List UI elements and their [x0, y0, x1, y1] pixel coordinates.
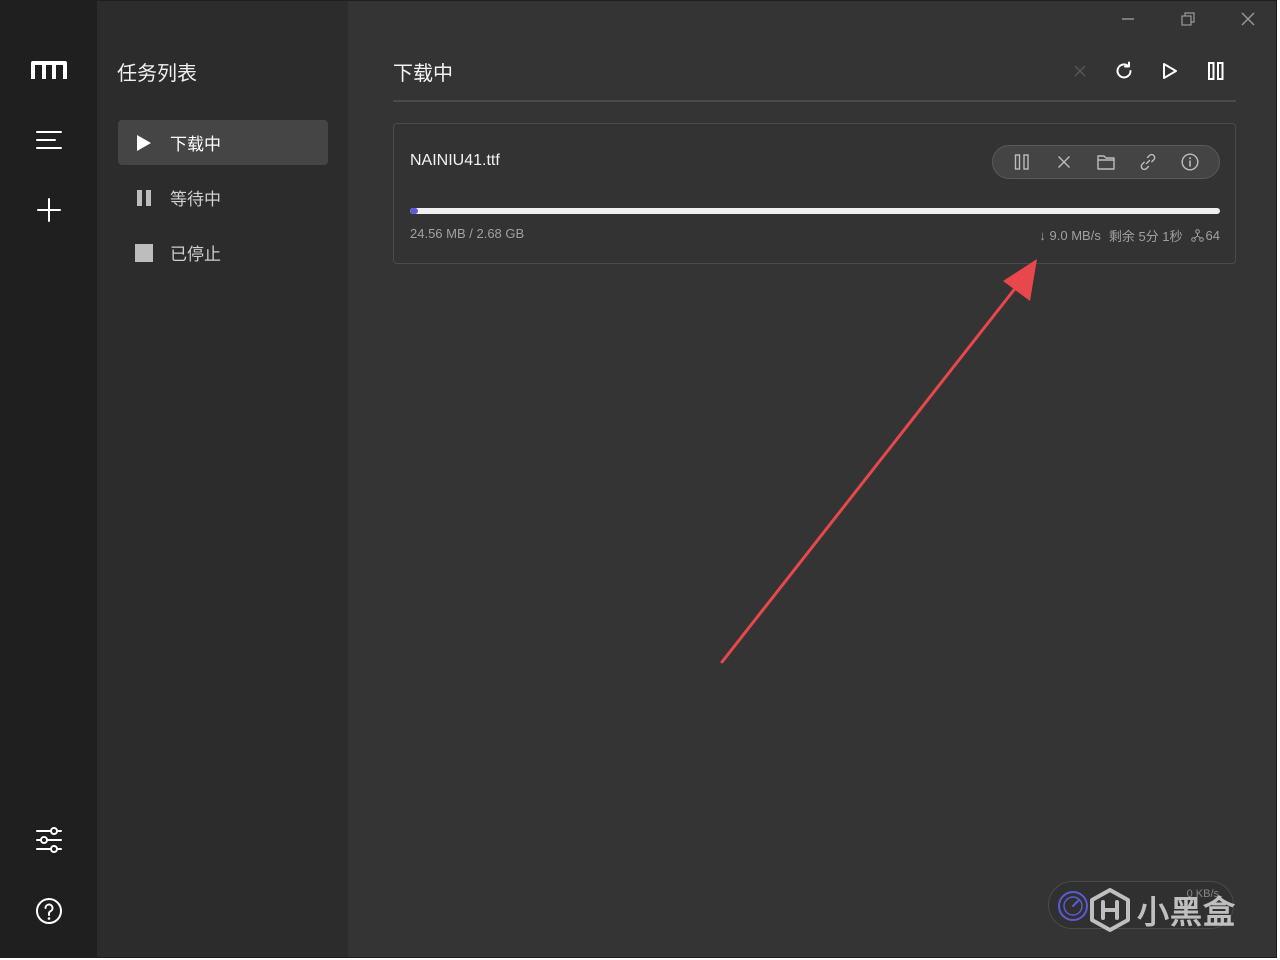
- time-remaining: 剩余 5分 1秒: [1108, 229, 1183, 244]
- menu-icon[interactable]: [25, 116, 73, 164]
- watermark-logo-icon: [1090, 888, 1130, 932]
- watermark: 小黑盒: [1089, 887, 1236, 933]
- speedometer-icon: [1058, 891, 1088, 921]
- progress-bar: [410, 208, 1220, 214]
- task-actions: [992, 145, 1220, 179]
- folder-icon[interactable]: [1091, 147, 1121, 177]
- connections-count: 64: [1205, 228, 1220, 243]
- sidebar-item-waiting[interactable]: 等待中: [118, 175, 328, 220]
- app-logo-icon[interactable]: [25, 46, 73, 94]
- link-icon[interactable]: [1133, 147, 1163, 177]
- sidebar-item-label: 已停止: [170, 245, 221, 265]
- restore-icon[interactable]: [1166, 5, 1210, 33]
- play-icon: [118, 134, 170, 152]
- stop-icon: [118, 243, 170, 262]
- pause-icon[interactable]: [1199, 55, 1233, 87]
- icon-rail: [1, 1, 97, 957]
- info-icon[interactable]: [1175, 147, 1205, 177]
- help-icon[interactable]: [25, 887, 73, 935]
- sidebar-title: 任务列表: [117, 61, 197, 85]
- close-icon[interactable]: [1049, 147, 1079, 177]
- task-stats: ↓ 9.0 MB/s 剩余 5分 1秒 64: [1039, 226, 1220, 245]
- task-size: 24.56 MB / 2.68 GB: [410, 226, 525, 241]
- window-close-icon[interactable]: [1226, 5, 1270, 33]
- add-icon[interactable]: [25, 186, 73, 234]
- minimize-icon[interactable]: [1106, 5, 1150, 33]
- download-speed: ↓ 9.0 MB/s: [1039, 228, 1101, 243]
- progress-fill: [410, 208, 419, 214]
- header-divider: [393, 100, 1236, 102]
- pause-icon: [118, 189, 170, 207]
- task-name: NAINIU41.ttf: [410, 152, 500, 169]
- task-list-sidebar: 任务列表 下载中 等待中 已停止: [97, 1, 348, 957]
- sidebar-item-stopped[interactable]: 已停止: [118, 230, 328, 275]
- connections: 64: [1190, 228, 1220, 243]
- connections-icon: [1190, 229, 1204, 242]
- pause-icon[interactable]: [1007, 147, 1037, 177]
- sidebar-item-downloading[interactable]: 下载中: [118, 120, 328, 165]
- sidebar-item-label: 等待中: [170, 190, 221, 210]
- watermark-text: 小黑盒: [1137, 893, 1237, 931]
- play-icon[interactable]: [1153, 55, 1187, 87]
- page-title: 下载中: [393, 61, 453, 85]
- settings-sliders-icon[interactable]: [25, 816, 73, 864]
- task-card[interactable]: NAINIU41.ttf 24.56 MB / 2.68 GB ↓ 9.0 MB…: [393, 123, 1236, 264]
- app-window: 任务列表 下载中 等待中 已停止 下载中 NAINIU41.ttf 24.56 …: [0, 0, 1277, 958]
- sidebar-item-label: 下载中: [170, 135, 221, 155]
- close-icon[interactable]: [1063, 55, 1097, 87]
- refresh-icon[interactable]: [1107, 55, 1141, 87]
- main-panel: 下载中 NAINIU41.ttf 24.56 MB / 2.68 GB ↓ 9.…: [348, 1, 1276, 957]
